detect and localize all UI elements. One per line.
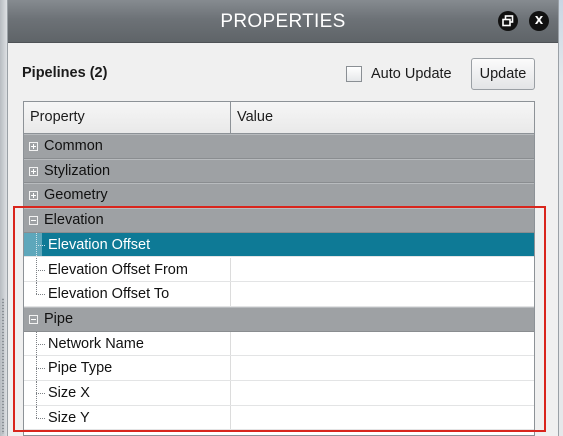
group-label: Pipe bbox=[44, 310, 74, 327]
property-name-cell[interactable]: Size X bbox=[24, 381, 231, 405]
property-grid: Property Value Common Stylization Geometry… bbox=[23, 101, 535, 436]
group-label: Stylization bbox=[44, 162, 111, 179]
close-icon[interactable]: X bbox=[529, 11, 549, 31]
collapse-icon[interactable] bbox=[29, 314, 38, 324]
expand-icon[interactable] bbox=[29, 191, 38, 201]
collapse-icon[interactable] bbox=[29, 216, 38, 226]
expand-icon[interactable] bbox=[29, 166, 38, 176]
properties-panel: PROPERTIES X Pipelines (2) Auto Update U… bbox=[7, 0, 559, 436]
property-name-cell[interactable]: Elevation Offset From bbox=[24, 257, 231, 282]
tree-branch bbox=[36, 244, 45, 246]
property-value-cell[interactable] bbox=[231, 258, 534, 282]
property-row-elevation-offset-from[interactable]: Elevation Offset From bbox=[24, 257, 534, 283]
property-row-elevation-offset-to[interactable]: Elevation Offset To bbox=[24, 282, 534, 307]
property-name: Size Y bbox=[48, 409, 90, 426]
property-name-cell[interactable]: Elevation Offset To bbox=[24, 282, 231, 306]
property-name-cell[interactable]: Elevation Offset bbox=[24, 232, 231, 257]
group-row-stylization[interactable]: Stylization bbox=[24, 158, 534, 184]
property-name: Elevation Offset To bbox=[48, 286, 170, 303]
property-name: Elevation Offset From bbox=[48, 261, 188, 278]
tree-connector bbox=[36, 282, 37, 295]
title-bar[interactable]: PROPERTIES X bbox=[8, 0, 558, 43]
property-name-cell[interactable]: Size Y bbox=[24, 405, 231, 430]
property-name-cell[interactable]: Network Name bbox=[24, 331, 231, 356]
column-header-property[interactable]: Property bbox=[24, 102, 231, 133]
property-name: Elevation Offset bbox=[48, 236, 151, 253]
selection-label: Pipelines (2) bbox=[22, 65, 108, 81]
property-row-pipe-type[interactable]: Pipe Type bbox=[24, 356, 534, 381]
tree-branch bbox=[36, 417, 45, 419]
group-label: Geometry bbox=[44, 187, 108, 204]
property-value-cell[interactable] bbox=[231, 381, 534, 405]
property-name: Pipe Type bbox=[48, 360, 113, 377]
property-value-cell[interactable] bbox=[231, 282, 534, 306]
tree-connector bbox=[36, 405, 37, 418]
property-name-cell[interactable]: Pipe Type bbox=[24, 356, 231, 380]
group-row-pipe[interactable]: Pipe bbox=[24, 306, 534, 332]
property-row-size-y[interactable]: Size Y bbox=[24, 405, 534, 431]
group-label: Common bbox=[44, 138, 103, 154]
dock-grip bbox=[2, 298, 4, 434]
property-name: Size X bbox=[48, 385, 90, 401]
group-row-geometry[interactable]: Geometry bbox=[24, 183, 534, 209]
group-row-common[interactable]: Common bbox=[24, 134, 534, 159]
property-name: Network Name bbox=[48, 335, 144, 352]
tree-branch bbox=[36, 343, 45, 345]
panel-header: Pipelines (2) Auto Update Update bbox=[8, 43, 558, 99]
property-row-network-name[interactable]: Network Name bbox=[24, 331, 534, 357]
update-button[interactable]: Update bbox=[471, 58, 535, 90]
expand-icon[interactable] bbox=[29, 142, 38, 151]
column-header-value[interactable]: Value bbox=[231, 102, 534, 133]
group-row-elevation[interactable]: Elevation bbox=[24, 208, 534, 233]
property-value-cell[interactable] bbox=[231, 232, 534, 257]
auto-update-label[interactable]: Auto Update bbox=[371, 66, 452, 82]
auto-update-checkbox[interactable] bbox=[346, 66, 362, 82]
tree-branch bbox=[36, 393, 45, 394]
group-label: Elevation bbox=[44, 212, 104, 229]
property-value-cell[interactable] bbox=[231, 332, 534, 356]
tree-branch bbox=[36, 368, 45, 370]
tree-branch bbox=[36, 294, 45, 296]
property-row-elevation-offset[interactable]: Elevation Offset bbox=[24, 232, 534, 258]
property-row-size-x[interactable]: Size X bbox=[24, 381, 534, 406]
property-value-cell[interactable] bbox=[231, 356, 534, 380]
column-header-row: Property Value bbox=[24, 102, 534, 134]
auto-update-toggle[interactable]: Auto Update bbox=[346, 63, 452, 85]
restore-window-icon[interactable] bbox=[498, 11, 518, 31]
panel-title: PROPERTIES bbox=[220, 11, 346, 32]
tree-branch bbox=[36, 269, 45, 271]
property-value-cell[interactable] bbox=[231, 406, 534, 430]
